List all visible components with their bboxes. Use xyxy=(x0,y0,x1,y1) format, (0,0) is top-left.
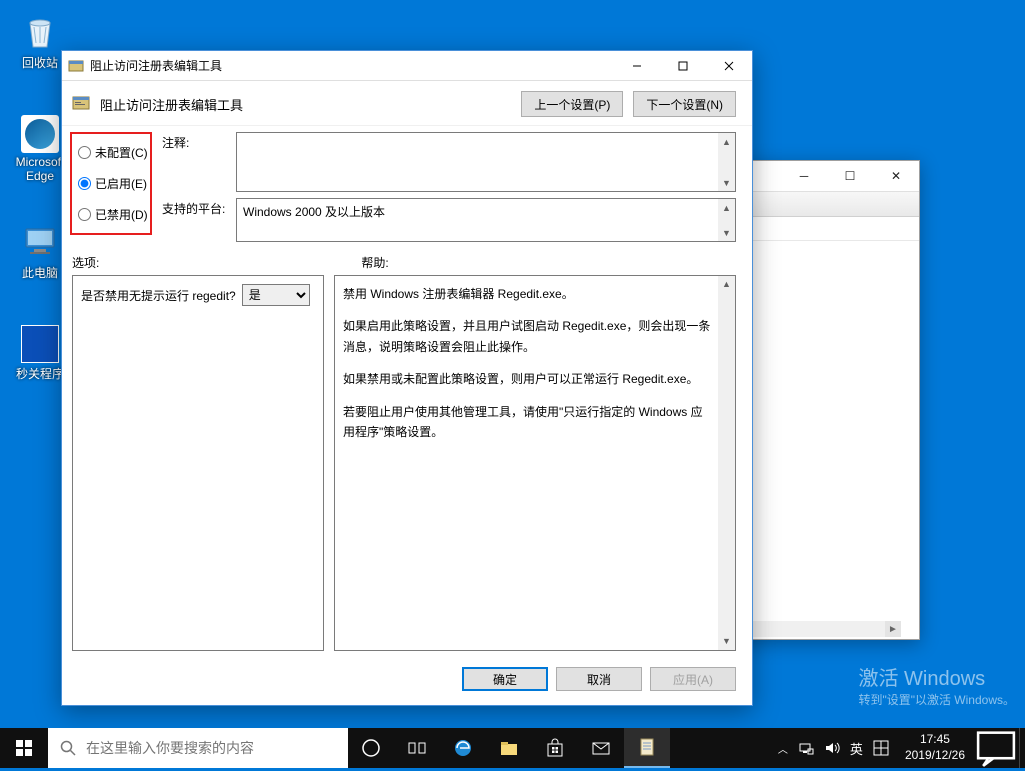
close-button[interactable]: ✕ xyxy=(873,161,919,191)
dialog-title: 阻止访问注册表编辑工具 xyxy=(90,57,614,74)
ime-mode-icon[interactable] xyxy=(873,740,889,756)
option-select[interactable]: 是 xyxy=(242,284,310,306)
platform-label: 支持的平台: xyxy=(162,198,228,217)
volume-icon[interactable] xyxy=(824,740,840,756)
taskbar-clock[interactable]: 17:45 2019/12/26 xyxy=(897,728,973,768)
show-desktop-button[interactable] xyxy=(1019,728,1025,768)
system-tray[interactable]: ︿ 英 xyxy=(770,728,897,768)
options-panel: 是否禁用无提示运行 regedit? 是 xyxy=(72,275,324,651)
help-text: 如果启用此策略设置，并且用户试图启动 Regedit.exe，则会出现一条消息，… xyxy=(343,316,711,357)
apply-button[interactable]: 应用(A) xyxy=(650,667,736,691)
network-icon[interactable] xyxy=(798,740,814,756)
next-setting-button[interactable]: 下一个设置(N) xyxy=(633,91,736,117)
dialog-titlebar[interactable]: 阻止访问注册表编辑工具 xyxy=(62,51,752,81)
policy-settings-dialog: 阻止访问注册表编辑工具 阻止访问注册表编辑工具 上一个设置(P) 下一个设置(N… xyxy=(61,50,753,706)
previous-setting-button[interactable]: 上一个设置(P) xyxy=(521,91,623,117)
scroll-down-icon[interactable]: ▼ xyxy=(718,174,735,191)
cortana-button[interactable] xyxy=(348,728,394,768)
scroll-down-icon[interactable]: ▼ xyxy=(718,224,735,241)
maximize-button[interactable] xyxy=(660,51,706,81)
radio-not-configured[interactable]: 未配置(C) xyxy=(78,144,140,161)
state-radio-group: 未配置(C) 已启用(E) 已禁用(D) xyxy=(70,132,152,235)
help-text: 如果禁用或未配置此策略设置，则用户可以正常运行 Regedit.exe。 xyxy=(343,369,711,389)
dialog-icon xyxy=(68,58,84,74)
start-button[interactable] xyxy=(0,728,48,768)
tray-chevron-up-icon[interactable]: ︿ xyxy=(778,741,788,756)
options-label: 选项: xyxy=(72,254,99,271)
comment-label: 注释: xyxy=(162,132,228,151)
radio-input-not-configured[interactable] xyxy=(78,146,91,159)
taskbar-app-notepad[interactable] xyxy=(624,728,670,768)
taskbar-search[interactable] xyxy=(48,728,348,768)
search-icon xyxy=(60,740,76,756)
radio-input-enabled[interactable] xyxy=(78,177,91,190)
ime-indicator[interactable]: 英 xyxy=(850,739,863,758)
comment-textbox[interactable]: ▲▼ xyxy=(236,132,736,192)
taskbar-app-store[interactable] xyxy=(532,728,578,768)
ok-button[interactable]: 确定 xyxy=(462,667,548,691)
scroll-right-button[interactable]: ► xyxy=(885,621,901,637)
cancel-button[interactable]: 取消 xyxy=(556,667,642,691)
scroll-down-icon[interactable]: ▼ xyxy=(718,633,735,650)
taskbar-app-explorer[interactable] xyxy=(486,728,532,768)
radio-enabled[interactable]: 已启用(E) xyxy=(78,175,140,192)
radio-disabled[interactable]: 已禁用(D) xyxy=(78,206,140,223)
action-center-button[interactable] xyxy=(973,728,1019,768)
taskbar: ︿ 英 17:45 2019/12/26 xyxy=(0,728,1025,768)
scroll-up-icon[interactable]: ▲ xyxy=(718,199,735,216)
help-text: 若要阻止用户使用其他管理工具，请使用"只运行指定的 Windows 应用程序"策… xyxy=(343,402,711,443)
platform-box: Windows 2000 及以上版本 ▲▼ xyxy=(236,198,736,242)
computer-icon xyxy=(19,220,61,262)
scroll-up-icon[interactable]: ▲ xyxy=(718,276,735,293)
minimize-button[interactable] xyxy=(614,51,660,81)
option-question-label: 是否禁用无提示运行 regedit? xyxy=(81,287,236,304)
vertical-scrollbar[interactable]: ▲▼ xyxy=(718,133,735,191)
program-icon xyxy=(21,325,59,363)
dialog-heading: 阻止访问注册表编辑工具 xyxy=(100,95,243,114)
minimize-button[interactable]: ─ xyxy=(781,161,827,191)
recycle-bin-icon xyxy=(19,10,61,52)
taskbar-app-mail[interactable] xyxy=(578,728,624,768)
close-button[interactable] xyxy=(706,51,752,81)
radio-input-disabled[interactable] xyxy=(78,208,91,221)
edge-icon xyxy=(21,115,59,153)
help-label: 帮助: xyxy=(361,254,388,271)
search-input[interactable] xyxy=(86,740,336,756)
policy-icon xyxy=(72,95,90,113)
scroll-up-icon[interactable]: ▲ xyxy=(718,133,735,150)
vertical-scrollbar[interactable]: ▲▼ xyxy=(718,199,735,241)
maximize-button[interactable]: ☐ xyxy=(827,161,873,191)
taskbar-app-edge[interactable] xyxy=(440,728,486,768)
help-panel: 禁用 Windows 注册表编辑器 Regedit.exe。 如果启用此策略设置… xyxy=(334,275,736,651)
help-text: 禁用 Windows 注册表编辑器 Regedit.exe。 xyxy=(343,284,711,304)
windows-logo-icon xyxy=(16,740,32,756)
vertical-scrollbar[interactable]: ▲▼ xyxy=(718,276,735,650)
task-view-button[interactable] xyxy=(394,728,440,768)
activation-watermark: 激活 Windows 转到"设置"以激活 Windows。 xyxy=(858,662,1015,708)
